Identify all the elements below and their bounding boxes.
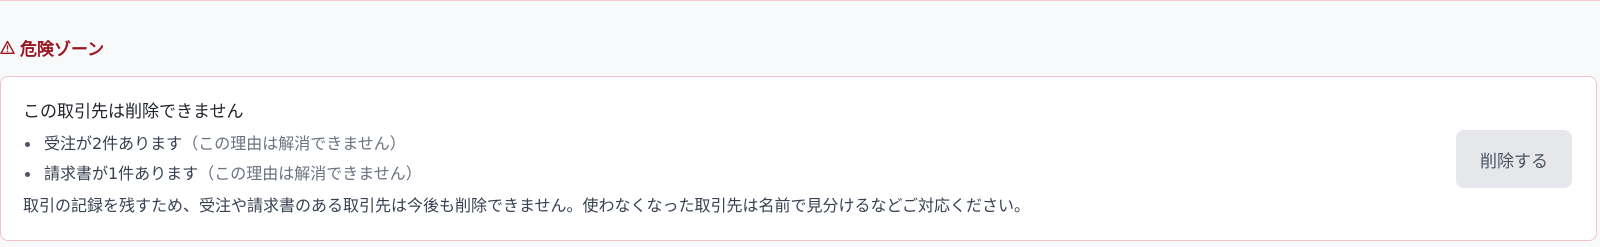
cannot-delete-title: この取引先は削除できません: [23, 102, 244, 122]
danger-zone-heading: 危険ゾーン: [0, 34, 104, 60]
bullet-dot: [25, 141, 30, 147]
reason-text: 請求書が1件あります: [44, 164, 199, 183]
reason-item: 受注が2件あります （この理由は解消できません）: [23, 129, 1383, 159]
danger-zone-card: この取引先は削除できません 受注が2件あります （この理由は解消できません） 請…: [0, 76, 1597, 241]
danger-zone-title: 危険ゾーン: [20, 39, 105, 60]
bullet-dot: [25, 171, 30, 177]
reason-list: 受注が2件あります （この理由は解消できません） 請求書が1件あります （この理…: [23, 129, 1383, 189]
danger-card-content: この取引先は削除できません 受注が2件あります （この理由は解消できません） 請…: [23, 99, 1383, 221]
delete-button[interactable]: 削除する: [1456, 130, 1572, 188]
reason-note: （この理由は解消できません）: [198, 164, 422, 183]
reason-item: 請求書が1件あります （この理由は解消できません）: [23, 159, 1383, 189]
reason-text: 受注が2件あります: [44, 134, 183, 153]
explanation-text: 取引の記録を残すため、受注や請求書のある取引先は今後も削除できません。使わなくな…: [23, 196, 1031, 215]
warning-triangle-icon: [0, 40, 15, 55]
reason-note: （この理由は解消できません）: [182, 134, 406, 153]
top-divider: [0, 0, 1600, 1]
